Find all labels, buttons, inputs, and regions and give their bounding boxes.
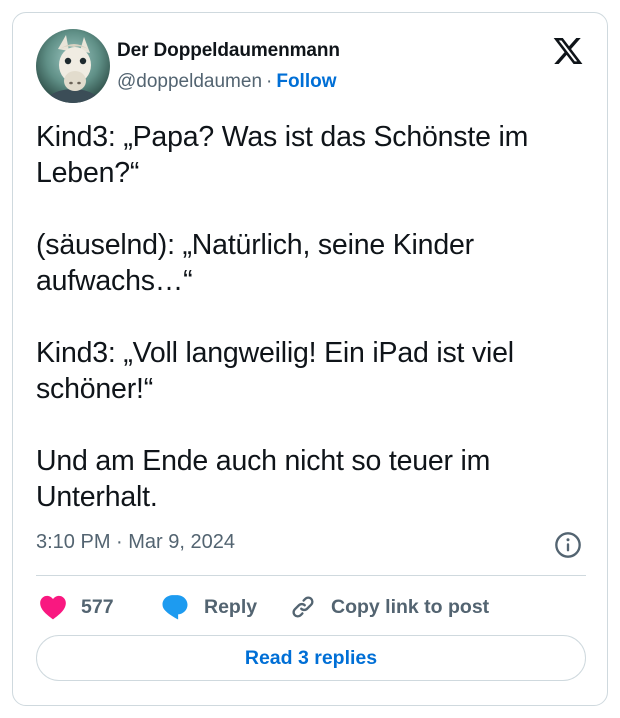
tweet-card: Der Doppeldaumenmann @doppeldaumen · Follo… <box>12 12 608 706</box>
read-replies-button[interactable]: Read 3 replies <box>36 635 586 681</box>
copy-link-label: Copy link to post <box>331 595 490 618</box>
heart-icon <box>40 595 66 620</box>
info-icon[interactable] <box>554 531 582 559</box>
author-name[interactable]: Der Doppeldaumenmann <box>117 40 340 62</box>
author-handle[interactable]: @doppeldaumen <box>117 71 262 92</box>
avatar-horse-image <box>36 29 110 103</box>
like-count: 577 <box>81 595 114 618</box>
author-avatar[interactable] <box>36 29 110 103</box>
tweet-timestamp[interactable]: 3:10 PM · Mar 9, 2024 <box>36 531 235 554</box>
tweet-paragraph: Kind3: „Voll langweilig! Ein iPad ist vi… <box>36 337 514 405</box>
reply-label: Reply <box>204 595 258 618</box>
author-handle-row: @doppeldaumen · Follow <box>117 71 337 93</box>
speech-bubble-icon <box>162 595 188 620</box>
x-logo-icon[interactable] <box>551 35 585 67</box>
action-bar: 577 Reply Copy link to post <box>36 587 586 631</box>
tweet-paragraph: Und am Ende auch nicht so teuer im Unter… <box>36 445 491 513</box>
read-replies-label: Read 3 replies <box>244 646 378 669</box>
reply-button[interactable]: Reply <box>160 587 257 627</box>
handle-separator: · <box>266 71 273 92</box>
like-button[interactable]: 577 <box>39 587 114 627</box>
divider <box>36 575 586 576</box>
tweet-paragraph: Kind3: „Papa? Was ist das Schönste im Le… <box>36 121 529 189</box>
tweet-paragraph: (säuselnd): „Natürlich, seine Kinder auf… <box>36 229 474 297</box>
follow-button[interactable]: Follow <box>276 71 336 92</box>
copy-link-button[interactable]: Copy link to post <box>289 587 489 627</box>
link-icon <box>292 596 314 618</box>
tweet-text: Kind3: „Papa? Was ist das Schönste im Le… <box>36 119 576 515</box>
